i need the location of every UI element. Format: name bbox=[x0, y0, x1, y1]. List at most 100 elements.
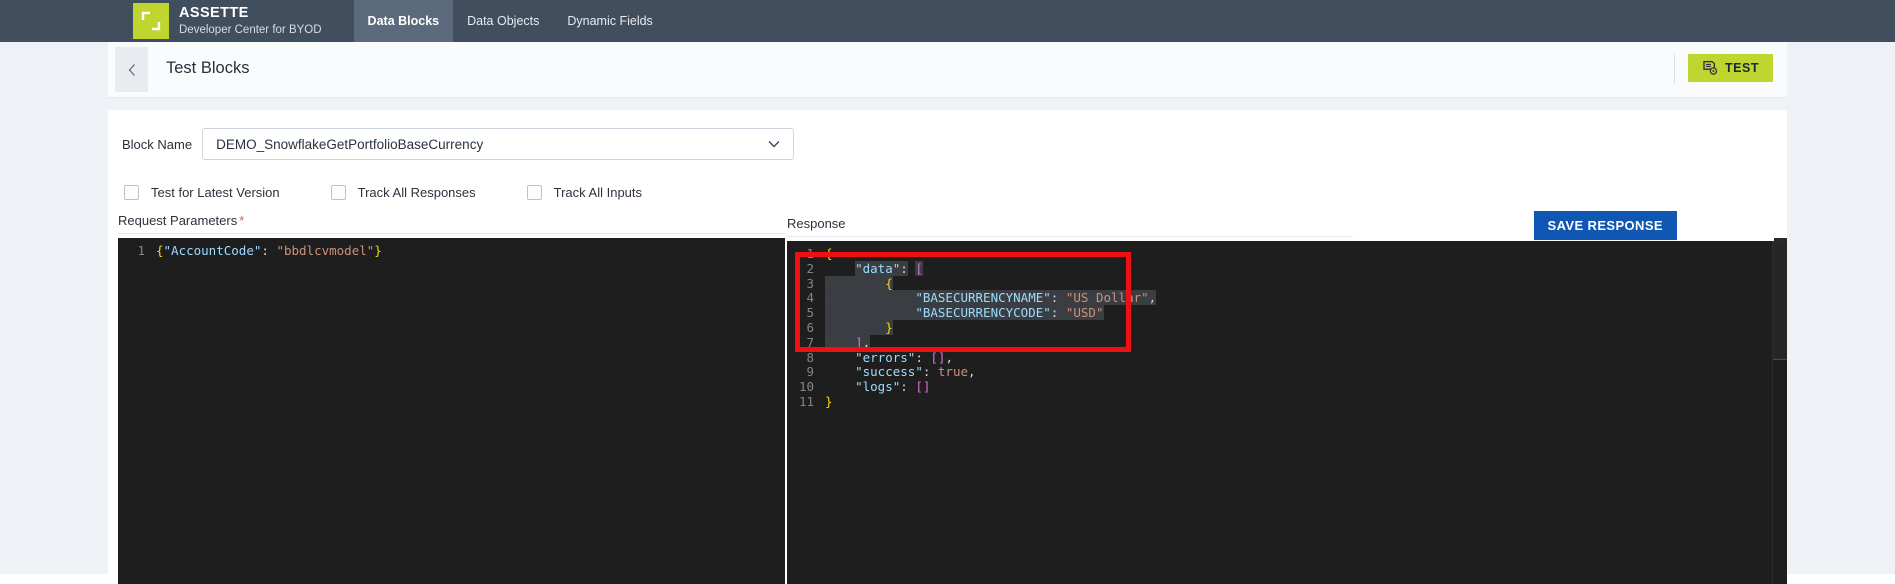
line-number: 3 bbox=[806, 275, 814, 291]
code-token: ···· bbox=[825, 275, 856, 291]
request-label-rule bbox=[118, 233, 785, 234]
page-header-card: Test Blocks TEST bbox=[108, 42, 1787, 98]
chevron-left-icon bbox=[126, 62, 138, 78]
options-checkbox-row: Test for Latest Version Track All Respon… bbox=[124, 185, 693, 200]
request-parameters-editor[interactable]: 1 {"AccountCode": "bbdlcvmodel"} bbox=[118, 238, 785, 584]
code-text: ········} bbox=[825, 319, 893, 336]
code-text: ············"BASECURRENCYCODE": "USD" bbox=[825, 305, 1104, 321]
response-editor-scrollbar[interactable] bbox=[1772, 241, 1787, 584]
code-token: , bbox=[1148, 290, 1157, 306]
main-panel: Block Name DEMO_SnowflakeGetPortfolioBas… bbox=[108, 110, 1787, 584]
page-title: Test Blocks bbox=[166, 59, 250, 77]
code-token: : bbox=[915, 349, 931, 365]
code-line: 8 "errors": [], bbox=[787, 349, 1787, 366]
code-token: "BASECURRENCYNAME" bbox=[915, 290, 1051, 306]
code-line: 5 ············"BASECURRENCYCODE": "USD" bbox=[787, 305, 1787, 321]
checkbox-label: Test for Latest Version bbox=[151, 185, 280, 200]
code-line: 7 ····], bbox=[787, 334, 1787, 351]
code-token: ···· bbox=[825, 334, 856, 350]
brand-subtitle: Developer Center for BYOD bbox=[179, 23, 322, 36]
line-number: 4 bbox=[806, 290, 814, 306]
code-token: { bbox=[156, 243, 164, 258]
code-token: ] bbox=[855, 334, 863, 350]
code-text: "errors": [], bbox=[825, 349, 953, 366]
request-parameters-label: Request Parameters * bbox=[118, 213, 244, 228]
nav-tab-data-blocks[interactable]: Data Blocks bbox=[353, 0, 454, 42]
code-token: } bbox=[885, 319, 893, 335]
code-token: "success" bbox=[855, 364, 923, 380]
code-line: 1 {"AccountCode": "bbdlcvmodel"} bbox=[118, 243, 785, 259]
code-token: [ bbox=[915, 260, 923, 276]
checkbox-box[interactable] bbox=[526, 185, 542, 200]
checkbox-track-all-responses[interactable]: Track All Responses bbox=[330, 185, 476, 200]
test-document-gear-icon bbox=[1702, 60, 1718, 76]
header-divider bbox=[1674, 54, 1675, 84]
chevron-down-icon[interactable] bbox=[765, 135, 783, 153]
block-name-select[interactable]: DEMO_SnowflakeGetPortfolioBaseCurrency bbox=[202, 128, 795, 160]
line-number: 6 bbox=[806, 319, 814, 335]
code-token: "USD" bbox=[1065, 305, 1104, 321]
code-text: } bbox=[825, 394, 833, 410]
code-token: { bbox=[825, 246, 833, 261]
assette-logo-icon bbox=[133, 3, 169, 39]
editors-section: Request Parameters * Response SAVE RESPON… bbox=[118, 211, 1787, 584]
code-token: "US Dollar" bbox=[1065, 290, 1149, 306]
code-text: "logs": [] bbox=[825, 379, 931, 395]
code-token: ···· bbox=[885, 290, 916, 306]
app-root: ASSETTE Developer Center for BYOD Data B… bbox=[0, 0, 1895, 584]
code-token: ···· bbox=[825, 319, 856, 335]
nav-tab-dynamic-fields[interactable]: Dynamic Fields bbox=[553, 0, 666, 42]
checkbox-test-for-latest-version[interactable]: Test for Latest Version bbox=[124, 185, 280, 200]
code-text: {"AccountCode": "bbdlcvmodel"} bbox=[156, 243, 382, 259]
code-token: , bbox=[968, 364, 976, 380]
request-code-lines: 1 {"AccountCode": "bbdlcvmodel"} bbox=[118, 243, 785, 259]
response-label-rule bbox=[787, 236, 1353, 237]
brand-block: ASSETTE Developer Center for BYOD bbox=[133, 0, 340, 42]
code-token: , bbox=[862, 334, 871, 350]
response-label: Response bbox=[787, 216, 846, 231]
test-button-label: TEST bbox=[1725, 61, 1759, 75]
test-button[interactable]: TEST bbox=[1688, 54, 1773, 82]
line-number: 8 bbox=[806, 349, 814, 365]
code-token: "AccountCode" bbox=[163, 243, 262, 258]
nav-tabs: Data Blocks Data Objects Dynamic Fields bbox=[353, 0, 667, 42]
code-token: "logs" bbox=[855, 379, 901, 395]
checkbox-box[interactable] bbox=[330, 185, 346, 200]
save-response-button[interactable]: SAVE RESPONSE bbox=[1533, 211, 1677, 240]
code-line: 2 "data": [ bbox=[787, 260, 1787, 277]
code-text: ············"BASECURRENCYNAME": "US Doll… bbox=[825, 290, 1157, 306]
code-token: "bbdlcvmodel" bbox=[276, 243, 375, 258]
code-token: true bbox=[937, 364, 969, 380]
code-text: { bbox=[825, 246, 833, 262]
code-text: "success": true, bbox=[825, 364, 976, 380]
code-token: ···· bbox=[855, 305, 886, 321]
code-token: ···· bbox=[855, 290, 886, 306]
code-line: 1{ bbox=[787, 246, 1787, 262]
code-line: 10 "logs": [] bbox=[787, 379, 1787, 395]
code-token: ···· bbox=[855, 275, 886, 291]
line-number: 11 bbox=[798, 393, 814, 409]
code-token: [] bbox=[915, 379, 931, 395]
code-token: : bbox=[1050, 305, 1066, 321]
code-line: 6 ········} bbox=[787, 319, 1787, 336]
response-editor-scrollbar-thumb[interactable] bbox=[1773, 241, 1787, 360]
line-number: 5 bbox=[806, 305, 814, 321]
nav-tab-data-objects[interactable]: Data Objects bbox=[453, 0, 553, 42]
back-button[interactable] bbox=[115, 47, 148, 92]
checkbox-box[interactable] bbox=[124, 185, 139, 200]
code-token: "BASECURRENCYCODE" bbox=[915, 305, 1051, 321]
checkbox-label: Track All Responses bbox=[357, 185, 476, 200]
code-token: { bbox=[885, 275, 893, 291]
checkbox-track-all-inputs[interactable]: Track All Inputs bbox=[526, 185, 643, 200]
block-name-field-row: Block Name DEMO_SnowflakeGetPortfolioBas… bbox=[122, 128, 795, 160]
code-text: ········{ bbox=[825, 275, 893, 292]
response-editor[interactable]: 1{2 "data": [3 ········{4 ············"BAS… bbox=[787, 241, 1787, 584]
code-token: : bbox=[261, 243, 277, 258]
checkbox-label: Track All Inputs bbox=[553, 185, 643, 200]
line-number: 9 bbox=[806, 364, 814, 380]
brand-text: ASSETTE Developer Center for BYOD bbox=[179, 5, 322, 37]
line-number: 2 bbox=[806, 260, 814, 276]
